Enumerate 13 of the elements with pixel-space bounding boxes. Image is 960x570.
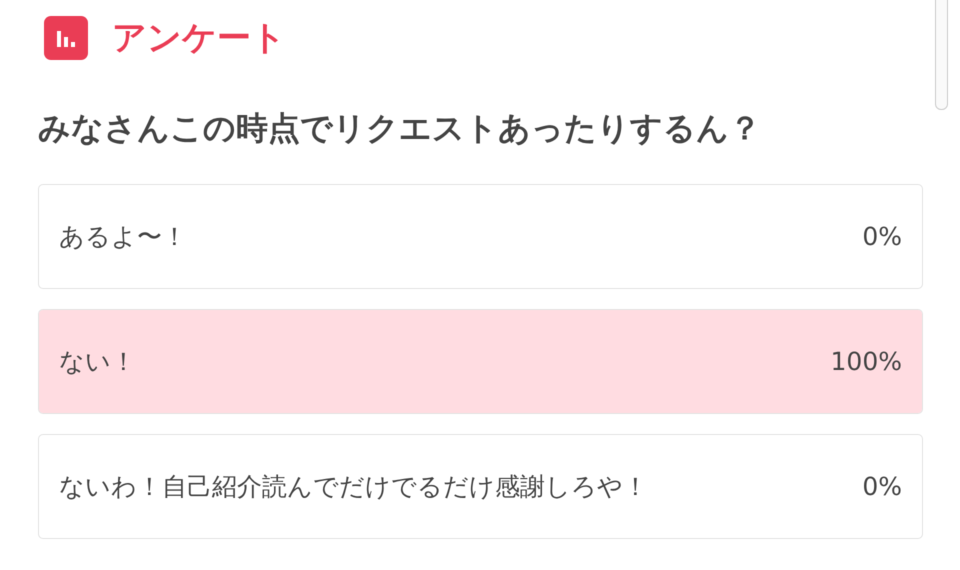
poll-question: みなさんこの時点でリクエストあったりするん？ bbox=[38, 108, 762, 149]
poll-option[interactable]: ない！ 100% bbox=[38, 309, 923, 414]
option-label: ないわ！自己紹介読んでだけでるだけ感謝しろや！ bbox=[59, 471, 648, 503]
option-percent: 0% bbox=[862, 472, 902, 501]
poll-option[interactable]: あるよ〜！ 0% bbox=[38, 184, 923, 289]
bar-chart-icon bbox=[44, 16, 88, 60]
option-percent: 0% bbox=[862, 222, 902, 251]
option-label: あるよ〜！ bbox=[59, 221, 187, 253]
poll-option[interactable]: ないわ！自己紹介読んでだけでるだけ感謝しろや！ 0% bbox=[38, 434, 923, 539]
scrollbar[interactable] bbox=[935, 0, 948, 110]
option-label: ない！ bbox=[59, 346, 136, 378]
poll-title: アンケート bbox=[112, 17, 286, 60]
option-percent: 100% bbox=[830, 347, 902, 376]
